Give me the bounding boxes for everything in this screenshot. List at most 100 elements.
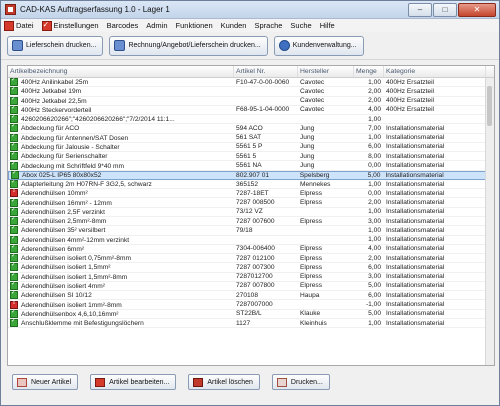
cell-category: Installationsmaterial — [384, 245, 486, 252]
table-row[interactable]: Aderendhülsen 10mm² 7287-18ET Elpress 0,00 I… — [8, 189, 486, 199]
cell-article-name: Aderendhülsen 2,5F verzinkt — [8, 207, 234, 216]
cell-quantity: 1,00 — [354, 79, 384, 86]
status-ok-icon — [10, 198, 18, 207]
cell-category-text: Installationsmaterial — [386, 263, 445, 271]
table-row[interactable]: Abdeckung mit Schriftfeld 9*40 mm 5561 NA… — [8, 161, 486, 171]
menu-bar: Datei Einstellungen Barcodes Admin Funkt… — [1, 19, 499, 32]
customer-management-button[interactable]: Kundenverwaltung... — [273, 35, 364, 56]
cell-category: Installationsmaterial — [384, 264, 486, 271]
table-row[interactable]: Aderendhülsen isoliert 1mm²-8mm 728700700… — [8, 300, 486, 310]
table-row[interactable]: Aderendhülsen isoliert 1,5mm²-8mm 7287012… — [8, 272, 486, 282]
print-button[interactable]: Drucken... — [271, 374, 330, 390]
table-row[interactable]: Abdeckung für Serienschalter 5561 5 Jung 8,… — [8, 152, 486, 162]
vertical-scrollbar[interactable] — [485, 78, 494, 365]
delete-article-button[interactable]: Artikel löschen — [188, 374, 260, 390]
table-row[interactable]: Anschlußklemme mit Befestigungslöchern 11… — [8, 319, 486, 329]
cell-article-nr: 5561 5 P — [234, 143, 298, 150]
column-header-quantity[interactable]: Menge — [354, 66, 384, 77]
table-row[interactable]: Aderendhülsen isoliert 4mm² 7287 007800 El… — [8, 281, 486, 292]
cell-quantity: 5,00 — [354, 282, 384, 289]
cell-manufacturer-text: Jung — [300, 143, 315, 151]
table-row[interactable]: Abox 025-L IP65 80x80x52 802.907 01 Spelsb… — [8, 170, 486, 180]
cell-article-nr-text: 802.907 01 — [236, 171, 270, 179]
cell-category-text: 400Hz Ersatzteil — [386, 97, 435, 105]
cell-article-nr: 79/18 — [234, 227, 298, 234]
file-icon — [4, 20, 14, 31]
cell-category-text: Installationsmaterial — [386, 208, 445, 216]
table-row[interactable]: Aderendhülsen SI 10/12 270108 Haupa 6,00 Ins… — [8, 291, 486, 301]
table-row[interactable]: Aderendhülsen 35² versilbert 79/18 1,00 Ins… — [8, 226, 486, 236]
cell-quantity: 1,00 — [354, 236, 384, 243]
column-header-category[interactable]: Kategorie — [384, 66, 486, 77]
menu-datei[interactable]: Datei — [4, 20, 34, 31]
column-header-name[interactable]: Artikelbezeichnung — [8, 66, 234, 77]
cell-article-name-text: Aderendhülsen 2,5F verzinkt — [21, 208, 105, 216]
cell-category: Installationsmaterial — [384, 255, 486, 262]
table-row[interactable]: Aderendhülsen 2,5mm²-8mm 7287 007600 Elpre… — [8, 217, 486, 227]
scrollbar-thumb[interactable] — [487, 86, 492, 126]
cell-manufacturer: Cavotec — [298, 106, 354, 113]
cell-manufacturer-text: Mennekes — [300, 180, 331, 188]
cell-article-name: Aderendhülsen 2,5mm²-8mm — [8, 217, 234, 226]
table-row[interactable]: Abdeckung für Antennen/SAT Dosen 561 SAT J… — [8, 133, 486, 143]
status-ok-icon — [10, 105, 18, 114]
table-row[interactable]: Abdeckung für Jalousie - Schalter 5561 5 … — [8, 142, 486, 153]
cell-quantity-text: 1,00 — [368, 180, 381, 188]
cell-manufacturer-text: Elpress — [300, 189, 322, 197]
menu-suche[interactable]: Suche — [290, 21, 311, 30]
close-button[interactable]: ✕ — [458, 2, 496, 17]
column-header-manufacturer[interactable]: Hersteller — [298, 66, 354, 77]
menu-einstellungen[interactable]: Einstellungen — [41, 20, 99, 31]
cell-article-name: Aderendhülsen 16mm² - 12mm — [8, 198, 234, 207]
cell-article-name-text: Aderendhülsen 4mm²-12mm verzinkt — [21, 236, 130, 244]
table-row[interactable]: 400Hz Anilinkabel 25m F10-47-0-00-0060 Cav… — [8, 78, 486, 88]
table-row[interactable]: 400Hz Jetkabel 22,5m Cavotec 2,00 400Hz Ers… — [8, 96, 486, 106]
table-row[interactable]: 4260206620266";"4260206620266";"7/2/2014… — [8, 115, 486, 125]
table-row[interactable]: Abdeckung für ACO 594 ACO Jung 7,00 Installa… — [8, 124, 486, 134]
users-icon — [278, 40, 290, 51]
cell-article-nr: 7287 008500 — [234, 199, 298, 206]
cell-article-nr: 365152 — [234, 181, 298, 188]
cell-quantity: 5,00 — [354, 310, 384, 317]
minimize-button[interactable]: – — [408, 2, 432, 17]
cell-quantity: 1,00 — [354, 208, 384, 215]
new-article-button[interactable]: Neuer Artikel — [12, 374, 79, 390]
menu-admin[interactable]: Admin — [146, 21, 167, 30]
edit-article-button[interactable]: Artikel bearbeiten... — [90, 374, 177, 390]
menu-hilfe[interactable]: Hilfe — [320, 21, 335, 30]
menu-barcodes[interactable]: Barcodes — [107, 21, 139, 30]
table-row[interactable]: Aderendhülsen isoliert 1,5mm² 7287 007300… — [8, 263, 486, 273]
cell-quantity-text: 4,00 — [368, 245, 381, 253]
maximize-button[interactable]: □ — [433, 2, 457, 17]
status-ok-icon — [10, 152, 18, 161]
cell-quantity: 4,00 — [354, 106, 384, 113]
table-row[interactable]: 400Hz Steckervorderteil F68-95-1-04-0000 C… — [8, 105, 486, 116]
table-row[interactable]: Aderendhülsen 6mm² 7304-006400 Elpress 4,00… — [8, 244, 486, 255]
table-row[interactable]: Aderendhülsenbox 4,6,10,16mm² ST22B/L Klau… — [8, 309, 486, 319]
checkbox-icon — [41, 20, 52, 31]
cell-manufacturer-text: Haupa — [300, 291, 320, 299]
cell-category-text: Installationsmaterial — [386, 273, 445, 281]
cell-quantity-text: 0,00 — [368, 189, 381, 197]
cell-manufacturer: Elpress — [298, 245, 354, 252]
cell-quantity: 6,00 — [354, 143, 384, 150]
print-delivery-note-button[interactable]: Lieferschein drucken... — [7, 35, 104, 56]
table-row[interactable]: Aderendhülsen 2,5F verzinkt 73/12 VZ 1,00 I… — [8, 207, 486, 217]
cell-article-name: 400Hz Jetkabel 22,5m — [8, 96, 234, 105]
menu-funktionen[interactable]: Funktionen — [176, 21, 213, 30]
table-row[interactable]: Aderendhülsen 16mm² - 12mm 7287 008500 Elp… — [8, 198, 486, 208]
cell-article-nr-text: 79/18 — [236, 226, 253, 234]
table-row[interactable]: Aderendhülsen isoliert 0,75mm²-8mm 7287 0… — [8, 254, 486, 264]
menu-sprache[interactable]: Sprache — [254, 21, 282, 30]
table-row[interactable]: Adapterleitung 2m H07RN-F 3G2,5, schwarz… — [8, 180, 486, 190]
cell-category: Installationsmaterial — [384, 162, 486, 169]
menu-kunden[interactable]: Kunden — [221, 21, 247, 30]
cell-category: Installationsmaterial — [383, 172, 485, 179]
table-row[interactable]: 400Hz Jetkabel 19m Cavotec 2,00 400Hz Ersat… — [8, 87, 486, 97]
cell-manufacturer-text: Elpress — [300, 254, 322, 262]
print-invoice-button[interactable]: Rechnung/Angebot/Lieferschein drucken... — [109, 35, 268, 56]
column-header-article-nr[interactable]: Artikel Nr. — [234, 66, 298, 77]
table-row[interactable]: Aderendhülsen 4mm²-12mm verzinkt 1,00 Inst… — [8, 235, 486, 245]
cell-article-nr: 5561 5 — [234, 153, 298, 160]
cell-article-name: Abdeckung für Serienschalter — [8, 152, 234, 161]
